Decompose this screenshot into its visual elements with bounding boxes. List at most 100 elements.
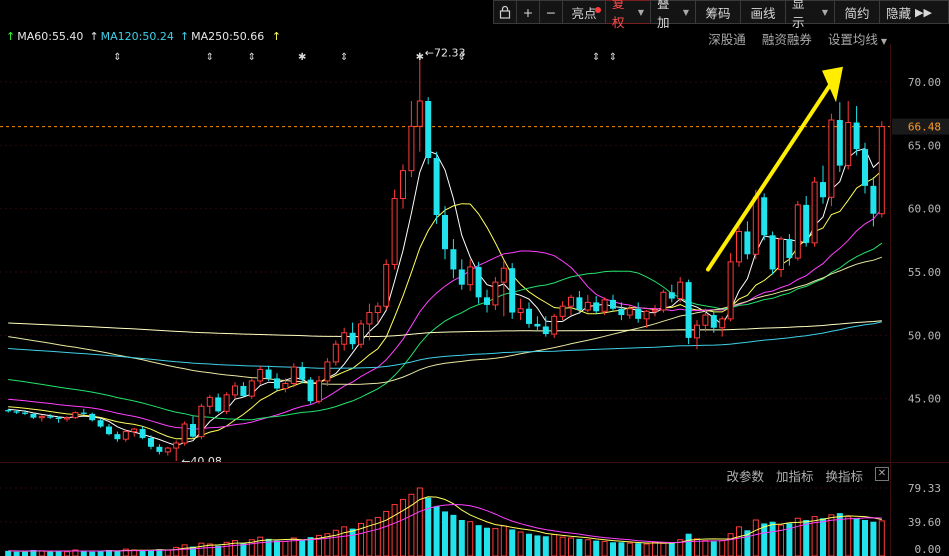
overlay-dropdown[interactable]: 叠加 ▼ (650, 0, 696, 30)
candle-body-up (643, 310, 650, 320)
volume-bars (5, 487, 885, 556)
candle-body-down (349, 332, 356, 345)
candle-body-up (736, 230, 742, 263)
highlight-button[interactable]: 亮点 (562, 0, 606, 24)
volume-bar-up (181, 544, 188, 556)
candle-body-down (484, 297, 490, 305)
display-dropdown[interactable]: 显示 ▼ (785, 0, 835, 30)
candle-body-up (290, 366, 297, 384)
candle-body-down (47, 416, 54, 418)
candle-body-down (274, 378, 280, 389)
volume-bar-down (593, 540, 600, 556)
volume-bar-down (13, 551, 20, 556)
volume-bar-down (442, 511, 448, 556)
candle-body-down (433, 158, 440, 215)
caret-down-icon: ▼ (682, 7, 689, 17)
up-arrow-icon: ↑ (89, 30, 99, 43)
candle-body-down (820, 182, 826, 198)
volume-bar-up (64, 551, 70, 556)
up-arrow-icon: ↑ (179, 30, 190, 43)
volume-bar-down (458, 519, 465, 556)
candle-body-down (5, 410, 12, 412)
y-tick-label: 45.00 (908, 393, 941, 406)
y-tick-label: 70.00 (908, 76, 941, 89)
candle-body-up (794, 204, 801, 259)
notification-dot-icon (595, 7, 601, 13)
draw-line-button[interactable]: 画线 (740, 0, 786, 24)
candle-body-up (324, 361, 331, 382)
volume-bar-down (862, 519, 868, 556)
candle-body-up (122, 431, 129, 440)
restore-rights-label: 复权 (612, 0, 625, 30)
volume-bar-down (769, 521, 776, 556)
volume-bar-up (517, 531, 524, 556)
candle-body-up (316, 380, 322, 402)
chips-button[interactable]: 筹码 (695, 0, 741, 24)
zoom-in-button[interactable]: + (516, 0, 540, 24)
candle-body-up (232, 385, 238, 396)
volume-tick-label: 79.33 (908, 482, 941, 495)
volume-bar-up (736, 526, 742, 556)
volume-bar-up (551, 534, 558, 556)
candle-body-up (358, 323, 364, 345)
candle-body-down (542, 326, 549, 335)
candle-body-up (38, 415, 45, 419)
restore-rights-dropdown[interactable]: 复权 ▼ (605, 0, 651, 30)
candle-body-up (677, 281, 684, 300)
volume-bar-up (173, 546, 180, 556)
candle-body-down (534, 323, 541, 327)
simple-button[interactable]: 简约 (834, 0, 880, 24)
candle-body-up (374, 305, 381, 314)
volume-bar-up (500, 525, 507, 556)
close-icon[interactable]: ✕ (875, 467, 889, 481)
candle-body-down (803, 204, 810, 243)
volume-bar-down (542, 536, 549, 556)
candle-body-down (576, 297, 583, 310)
candle-body-up (198, 405, 205, 438)
price-chart[interactable]: 70.0065.0060.0055.0050.0045.0066.48 ←72.… (0, 44, 949, 462)
y-tick-label: 65.00 (908, 139, 941, 152)
candle-body-down (786, 239, 793, 259)
candle-body-up (719, 318, 726, 329)
volume-bar-down (685, 533, 692, 556)
hide-button[interactable]: 隐藏 ▶▶ (879, 0, 949, 24)
candle-body-down (769, 235, 776, 270)
candle-body-down (610, 299, 616, 309)
volume-bar-down (274, 540, 280, 556)
candle-body-down (450, 249, 457, 270)
candle-body-down (526, 308, 532, 324)
candle-body-up (492, 281, 499, 306)
event-marker-icon: ⇕ (609, 52, 617, 63)
candle-body-up (173, 442, 180, 449)
trend-arrow-head-icon (822, 66, 843, 103)
volume-bar-up (559, 536, 566, 556)
price-axis-labels: 70.00 65.00 60.00 55.00 50.00 45.00 66.48 (892, 76, 949, 406)
volume-bar-up (702, 540, 709, 556)
candle-body-up (652, 309, 658, 312)
candle-body-down (97, 420, 104, 427)
volume-bar-up (332, 529, 339, 556)
candle-body-up (416, 100, 423, 127)
y-tick-label: 60.00 (908, 203, 941, 216)
volume-bar-up (38, 550, 45, 556)
candle-body-down (685, 282, 692, 338)
ma60-value: MA60:55.40 (17, 30, 84, 43)
event-marker-icon: ⇕ (113, 52, 121, 63)
candle-body-down (425, 101, 432, 158)
candle-body-up (660, 291, 667, 311)
candle-body-down (475, 266, 482, 298)
volume-chart[interactable]: 79.33 39.60 0.00 (0, 480, 949, 556)
current-price-label: 66.48 (908, 121, 941, 134)
lock-button[interactable] (493, 0, 517, 24)
volume-bar-down (450, 514, 457, 556)
candle-body-up (500, 267, 507, 283)
candle-body-down (80, 412, 87, 414)
volume-bar-down (710, 541, 717, 556)
candle-body-down (744, 231, 751, 255)
volume-bar-down (55, 550, 62, 556)
candle-body-up (366, 312, 373, 325)
zoom-out-button[interactable]: − (539, 0, 563, 24)
volume-tick-label: 0.00 (915, 543, 942, 556)
volume-bar-up (568, 537, 574, 556)
volume-bar-down (761, 523, 768, 556)
